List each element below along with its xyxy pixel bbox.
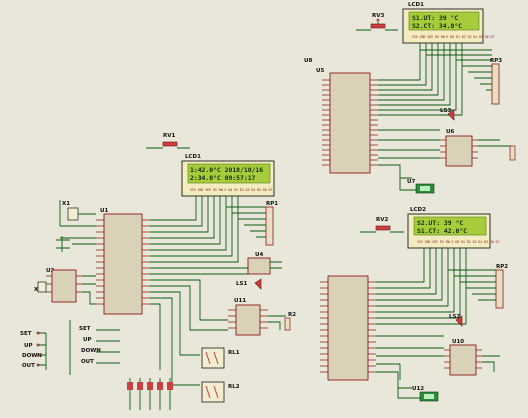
u5-body	[329, 72, 371, 174]
schematic-canvas: LCD1 S1.UT: 39 °C S2.CT: 34.0°C VSS VDD …	[20, 2, 516, 410]
rv3: RV3	[356, 13, 398, 31]
u1-body	[103, 213, 143, 315]
u1-label: U1	[100, 208, 108, 214]
u9	[320, 275, 376, 381]
lcd-right-line1: S2.UT: 39 °C	[417, 219, 463, 227]
rp1-body	[265, 206, 274, 246]
u9-body	[327, 275, 369, 381]
btn-left-up: UP	[24, 343, 33, 349]
rp3-label: RP3	[490, 58, 502, 64]
u10: U10	[444, 339, 482, 376]
driver-row	[127, 378, 173, 410]
r2: R2	[284, 312, 296, 331]
lcd-top-line2: S2.CT: 34.0°C	[412, 22, 462, 30]
u11-label: U11	[234, 298, 246, 304]
rp2-body	[495, 269, 504, 309]
rv1: RV1	[146, 133, 190, 149]
btn-mid-down: DOWN	[81, 348, 101, 354]
x2: X2	[34, 281, 47, 293]
rv3-body	[370, 23, 386, 29]
r2-top	[509, 145, 516, 161]
btn-mid-out: OUT	[81, 359, 94, 365]
x1-label: X1	[62, 201, 70, 207]
u6: U6	[440, 129, 478, 167]
btn-left-down: DOWN	[22, 353, 42, 359]
u5: U5	[316, 68, 378, 174]
rv2: RV2	[360, 217, 404, 233]
x1-body	[67, 207, 79, 221]
rp1-label: RP1	[266, 201, 278, 207]
rl2: RL2	[201, 381, 240, 403]
u5-label: U5	[316, 68, 324, 74]
btn-mid-set: SET	[79, 326, 91, 332]
u11-body	[235, 304, 261, 336]
u7: U7	[407, 179, 435, 194]
ls1: LS1	[236, 278, 262, 290]
r2-body	[284, 317, 291, 331]
lcd-right-line2: S1.CT: 42.0°C	[417, 227, 467, 235]
svg-text:VSS VDD VEE RS RW E D0 D1 D2 D: VSS VDD VEE RS RW E D0 D1 D2 D3 D4 D5 D6…	[412, 35, 495, 39]
rl2-body	[201, 381, 225, 403]
rv2-label: RV2	[376, 217, 388, 223]
lcd-left-line1: 1:42.0°C 2018/10/16	[190, 166, 263, 174]
lcd-right: LCD2 S2.UT: 39 °C S1.CT: 42.0°C VSS VDD …	[407, 207, 500, 249]
u4-body	[247, 257, 271, 275]
u10-label: U10	[452, 339, 464, 345]
u12: U12	[412, 386, 439, 402]
u4-label: U4	[255, 252, 263, 258]
rp1: RP1	[265, 201, 278, 246]
svg-text:VSS VDD VEE RS RW E D0 D1 D2 D: VSS VDD VEE RS RW E D0 D1 D2 D3 D4 D5 D6…	[417, 240, 500, 244]
rp2: RP2	[495, 264, 508, 309]
svg-text:VSS VDD VEE RS RW E D0 D1 D2 D: VSS VDD VEE RS RW E D0 D1 D2 D3 D4 D5 D6…	[190, 188, 273, 192]
rl1-label: RL1	[228, 350, 240, 356]
rl1: RL1	[201, 347, 240, 369]
x2-body	[37, 281, 47, 293]
btn-mid-up: UP	[83, 337, 92, 343]
lcd-right-label: LCD2	[410, 207, 426, 213]
buttons-left: SET UP DOWN OUT	[20, 331, 47, 370]
u7-label: U7	[407, 179, 415, 185]
u6-body	[445, 135, 473, 167]
u12-label: U12	[412, 386, 424, 392]
rv1-label: RV1	[163, 133, 175, 139]
u1: U1	[96, 208, 150, 315]
u2: U2	[46, 268, 82, 303]
u6-label: U6	[446, 129, 454, 135]
u11: U11	[228, 298, 268, 336]
rv3-label: RV3	[372, 13, 384, 19]
lcd-left-line2: 2:34.0°C 09:57:17	[190, 174, 256, 182]
rp3: RP3	[490, 58, 502, 105]
lcd-left-label: LCD1	[185, 154, 201, 160]
u4: U4	[247, 252, 271, 275]
rp2-label: RP2	[496, 264, 508, 270]
rl1-body	[201, 347, 225, 369]
lcd-top-line1: S1.UT: 39 °C	[412, 14, 458, 22]
ls1-label: LS1	[236, 281, 247, 287]
x1: X1	[62, 201, 79, 221]
buttons-mid: SET UP DOWN OUT	[69, 320, 120, 375]
u10-body	[449, 344, 477, 376]
btn-left-out: OUT	[22, 363, 35, 369]
u2-body	[51, 269, 77, 303]
lcd-top: LCD1 S1.UT: 39 °C S2.CT: 34.0°C VSS VDD …	[402, 2, 495, 44]
lcd-left: LCD1 1:42.0°C 2018/10/16 2:34.0°C 09:57:…	[181, 154, 275, 197]
rl2-label: RL2	[228, 384, 240, 390]
u8-label: U8	[304, 58, 312, 64]
lcd-top-label: LCD1	[408, 2, 424, 8]
u8: U8	[304, 58, 312, 64]
btn-left-set: SET	[20, 331, 32, 337]
rp3-body	[491, 63, 500, 105]
r2-label: R2	[288, 312, 296, 318]
